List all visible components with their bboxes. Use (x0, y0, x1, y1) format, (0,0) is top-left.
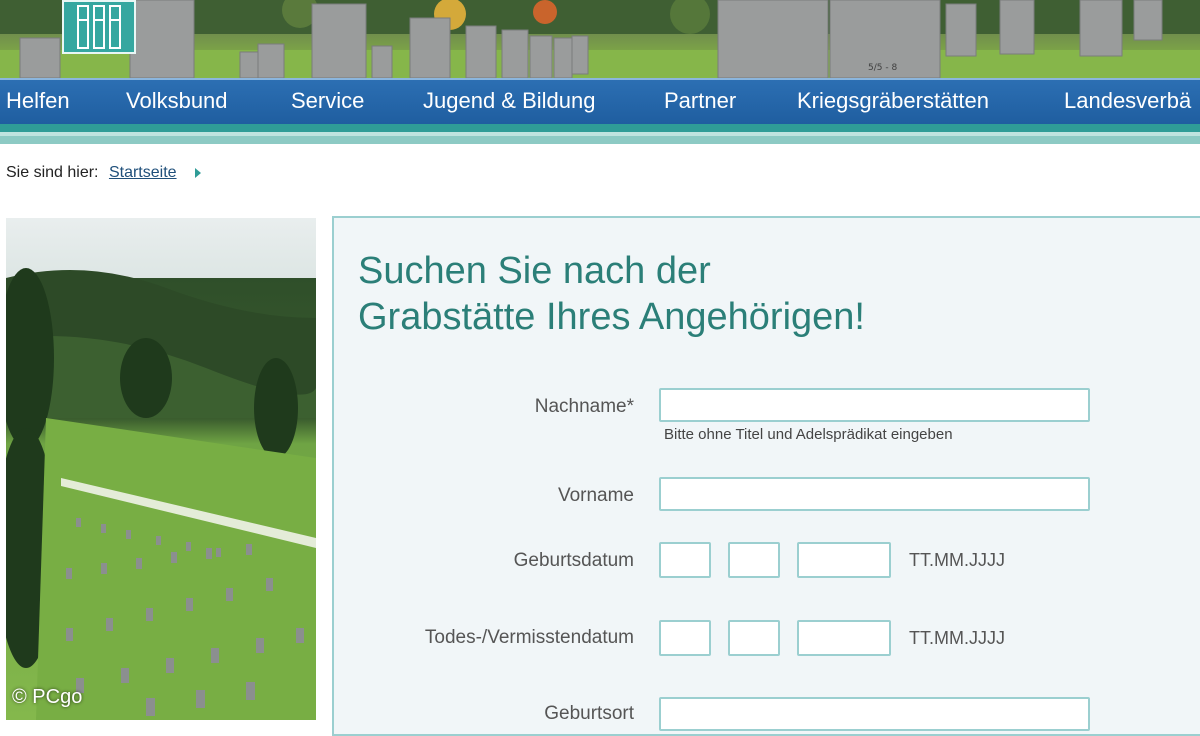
nav-item-jugend-bildung[interactable]: Jugend & Bildung (423, 88, 595, 114)
header-banner-photo: 5/5 - 8 (0, 0, 1200, 78)
headstone-marking: 5/5 - 8 (868, 63, 897, 73)
birthplace-input[interactable] (659, 697, 1090, 731)
page-title: Suchen Sie nach der Grabstätte Ihres Ang… (358, 248, 1118, 340)
triangle-right-icon (195, 167, 201, 178)
firstname-input[interactable] (659, 477, 1090, 511)
birthdate-label: Geburtsdatum (513, 550, 634, 571)
firstname-label: Vorname (557, 485, 634, 506)
birthplace-label: Geburtsort (544, 703, 634, 724)
breadcrumb-home-link[interactable]: Startseite (109, 164, 177, 181)
breadcrumb: Sie sind hier: Startseite (6, 164, 201, 182)
deathdate-format-hint: TT.MM.JJJJ (909, 628, 1005, 648)
nav-item-landesverbaende[interactable]: Landesverbä (1064, 88, 1191, 114)
nav-item-kriegsgraeberstaetten[interactable]: Kriegsgräberstätten (797, 88, 989, 114)
deathdate-label: Todes-/Vermisstendatum (424, 627, 634, 648)
watermark: © PCgo (12, 686, 83, 708)
page-title-line-1: Suchen Sie nach der (358, 250, 711, 292)
nav-item-volksbund[interactable]: Volksbund (126, 88, 228, 114)
nav-item-helfen[interactable]: Helfen (6, 88, 70, 114)
birthdate-format-hint: TT.MM.JJJJ (909, 550, 1005, 570)
nav-accent-stripe-lower (0, 136, 1200, 144)
birthdate-month-input[interactable] (728, 542, 780, 578)
deathdate-day-input[interactable] (659, 620, 711, 656)
deathdate-year-input[interactable] (797, 620, 891, 656)
cemetery-photo (6, 218, 316, 720)
lastname-input[interactable] (659, 388, 1090, 422)
lastname-label: Nachname* (534, 396, 634, 417)
birthdate-year-input[interactable] (797, 542, 891, 578)
birthdate-day-input[interactable] (659, 542, 711, 578)
page-title-line-2: Grabstätte Ihres Angehörigen! (358, 296, 865, 338)
lastname-hint: Bitte ohne Titel und Adelsprädikat einge… (664, 426, 953, 443)
nav-item-service[interactable]: Service (291, 88, 364, 114)
nav-accent-stripe (0, 124, 1200, 132)
nav-item-partner[interactable]: Partner (664, 88, 736, 114)
volksbund-logo-icon[interactable] (62, 0, 136, 54)
main-nav: Helfen Volksbund Service Jugend & Bildun… (0, 78, 1200, 124)
breadcrumb-prefix: Sie sind hier: (6, 164, 99, 181)
deathdate-month-input[interactable] (728, 620, 780, 656)
